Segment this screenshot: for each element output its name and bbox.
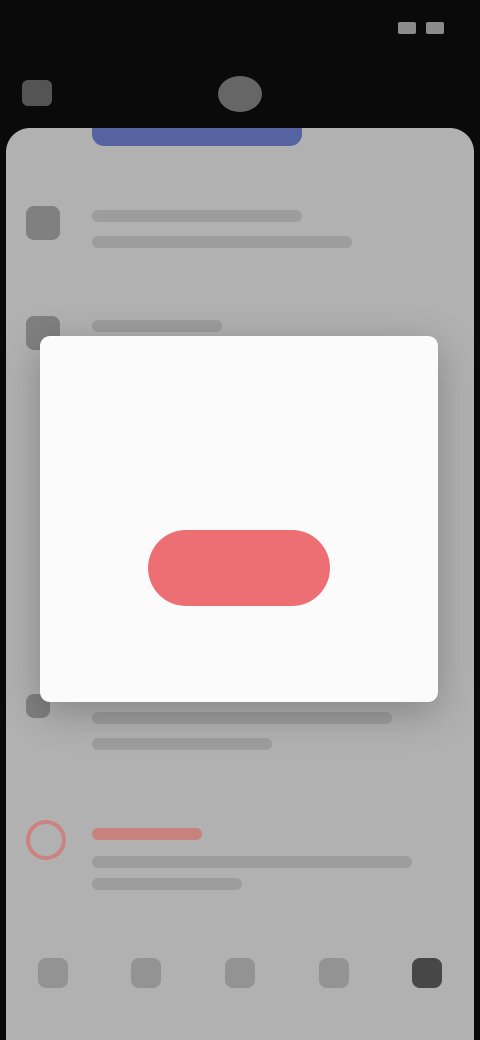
confirm-button[interactable] — [148, 530, 330, 606]
confirm-dialog — [40, 336, 438, 702]
